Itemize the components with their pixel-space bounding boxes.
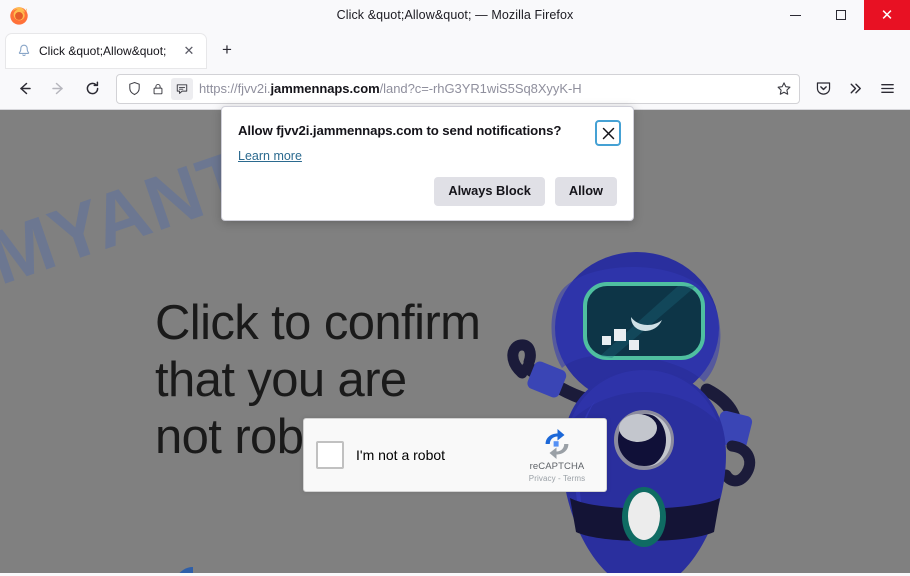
minimize-icon [789,14,801,16]
allow-label: Allow [568,183,603,198]
tab-active[interactable]: Click &quot;Allow&quot; ✕ [6,34,206,68]
close-window-button[interactable]: ✕ [864,0,910,30]
arrow-right-icon [51,82,63,95]
url-text[interactable]: https://fjvv2i.jammennaps.com/land?c=-rh… [199,81,771,96]
dialog-actions: Always Block Allow [238,177,617,206]
pocket-icon [816,82,830,95]
maximize-button[interactable] [818,0,864,30]
app-menu-button[interactable] [872,74,902,104]
recaptcha-widget[interactable]: I'm not a robot reCAPTCHA Privacy - Term… [303,418,607,492]
navigation-toolbar: https://fjvv2i.jammennaps.com/land?c=-rh… [0,68,910,110]
window-controls: ✕ [772,0,910,30]
maximize-icon [836,10,846,20]
dialog-title: Allow fjvv2i.jammennaps.com to send noti… [238,123,562,138]
firefox-logo-icon [10,7,28,25]
chevron-double-right-icon [850,83,861,94]
forward-button[interactable] [42,74,74,104]
minimize-button[interactable] [772,0,818,30]
ecaptcha-logo: E-CAPTCHA [160,562,226,573]
title-bar: Click &quot;Allow&quot; — Mozilla Firefo… [0,0,910,30]
learn-more-link[interactable]: Learn more [238,149,302,163]
notification-permission-icon[interactable] [171,77,193,100]
tab-strip: Click &quot;Allow&quot; ✕ + [0,30,910,68]
url-bar[interactable]: https://fjvv2i.jammennaps.com/land?c=-rh… [116,73,800,104]
ecaptcha-c-icon [179,566,193,573]
back-button[interactable] [8,74,40,104]
arrow-left-icon [19,82,31,95]
always-block-button[interactable]: Always Block [434,177,545,206]
tab-close-icon[interactable]: ✕ [180,42,198,60]
bell-favicon-icon [18,44,30,57]
url-path: /land?c=-rhG3YR1wiS5Sq8XyyK-H [379,81,582,96]
close-icon: ✕ [880,6,894,24]
reload-button[interactable] [76,74,108,104]
new-tab-button[interactable]: + [212,35,242,65]
firefox-window: Click &quot;Allow&quot; — Mozilla Firefo… [0,0,910,576]
shield-icon[interactable] [123,78,145,100]
url-host: jammennaps.com [270,81,380,96]
allow-button[interactable]: Allow [554,177,617,206]
reload-icon [86,81,98,95]
pocket-button[interactable] [808,74,838,104]
tab-label: Click &quot;Allow&quot; [39,44,167,58]
dialog-close-button[interactable] [595,120,621,146]
recaptcha-branding: reCAPTCHA Privacy - Terms [520,428,594,483]
recaptcha-checkbox[interactable] [316,441,344,469]
always-block-label: Always Block [448,183,531,198]
robot-mascot-illustration [507,252,756,573]
url-scheme: https://fjvv2i. [199,81,271,96]
recaptcha-label: I'm not a robot [356,447,446,463]
lock-icon[interactable] [147,78,169,100]
hamburger-menu-icon [880,84,894,93]
notification-permission-dialog: Allow fjvv2i.jammennaps.com to send noti… [221,106,634,221]
recaptcha-legal-links[interactable]: Privacy - Terms [529,474,585,483]
bookmark-star-icon[interactable] [773,78,795,100]
recaptcha-brand-name: reCAPTCHA [529,460,585,472]
close-icon [602,127,614,139]
recaptcha-logo-icon [545,428,569,459]
overflow-menu-button[interactable] [840,74,870,104]
